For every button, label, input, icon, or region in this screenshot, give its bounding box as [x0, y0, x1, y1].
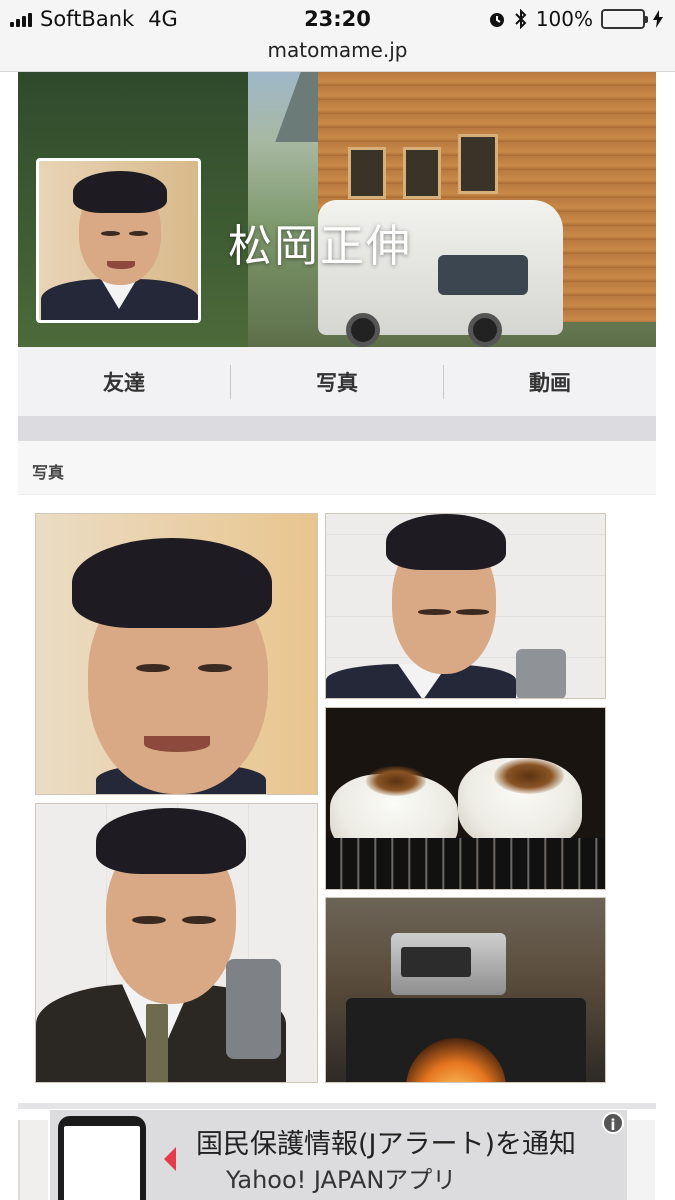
tab-photos[interactable]: 写真	[231, 367, 443, 397]
house-window	[348, 147, 386, 199]
address-bar-url[interactable]: matomame.jp	[0, 38, 675, 62]
photo-selfie-1[interactable]	[325, 513, 606, 699]
ad-app-name: Yahoo! JAPANアプリ	[226, 1166, 457, 1194]
next-item-edge	[627, 1120, 655, 1200]
ad-banner[interactable]: 国民保護情報(Jアラート)を通知 Yahoo! JAPANアプリ i	[50, 1110, 627, 1200]
status-right: 100%	[488, 7, 663, 31]
tab-videos[interactable]: 動画	[444, 367, 656, 397]
section-divider	[18, 1103, 656, 1109]
ad-phone-image	[58, 1116, 146, 1200]
bluetooth-icon	[515, 9, 527, 29]
profile-name: 松岡正伸	[228, 221, 412, 272]
section-title: 写真	[32, 463, 65, 482]
house-window	[403, 147, 441, 199]
photo-selfie-2[interactable]	[35, 803, 318, 1083]
battery-icon	[601, 9, 648, 29]
charging-bolt-icon	[653, 10, 663, 28]
photo-wood-stove[interactable]	[325, 897, 606, 1083]
photo-portrait-closeup[interactable]	[35, 513, 318, 795]
cover-photo: 松岡正伸	[18, 72, 656, 347]
phone-in-hand	[226, 959, 281, 1059]
photo-grilled-mochi[interactable]	[325, 707, 606, 890]
house-window	[458, 134, 498, 194]
section-gap	[18, 417, 656, 441]
necktie	[146, 1004, 168, 1082]
browser-top-bar: SoftBank 4G 23:20 100% matomame.jp	[0, 0, 675, 72]
ad-headline: 国民保護情報(Jアラート)を通知	[196, 1129, 577, 1160]
phone-in-hand	[516, 649, 566, 698]
next-item-edge	[18, 1120, 48, 1200]
alarm-icon	[489, 13, 504, 27]
photos-section-header: 写真	[18, 441, 656, 495]
ad-info-icon[interactable]: i	[602, 1112, 624, 1134]
ad-arrow-icon	[164, 1147, 176, 1171]
battery-percent: 100%	[535, 7, 593, 31]
profile-tabs: 友達 写真 動画	[18, 347, 656, 417]
tab-friends[interactable]: 友達	[18, 367, 230, 397]
profile-avatar[interactable]	[36, 158, 201, 323]
